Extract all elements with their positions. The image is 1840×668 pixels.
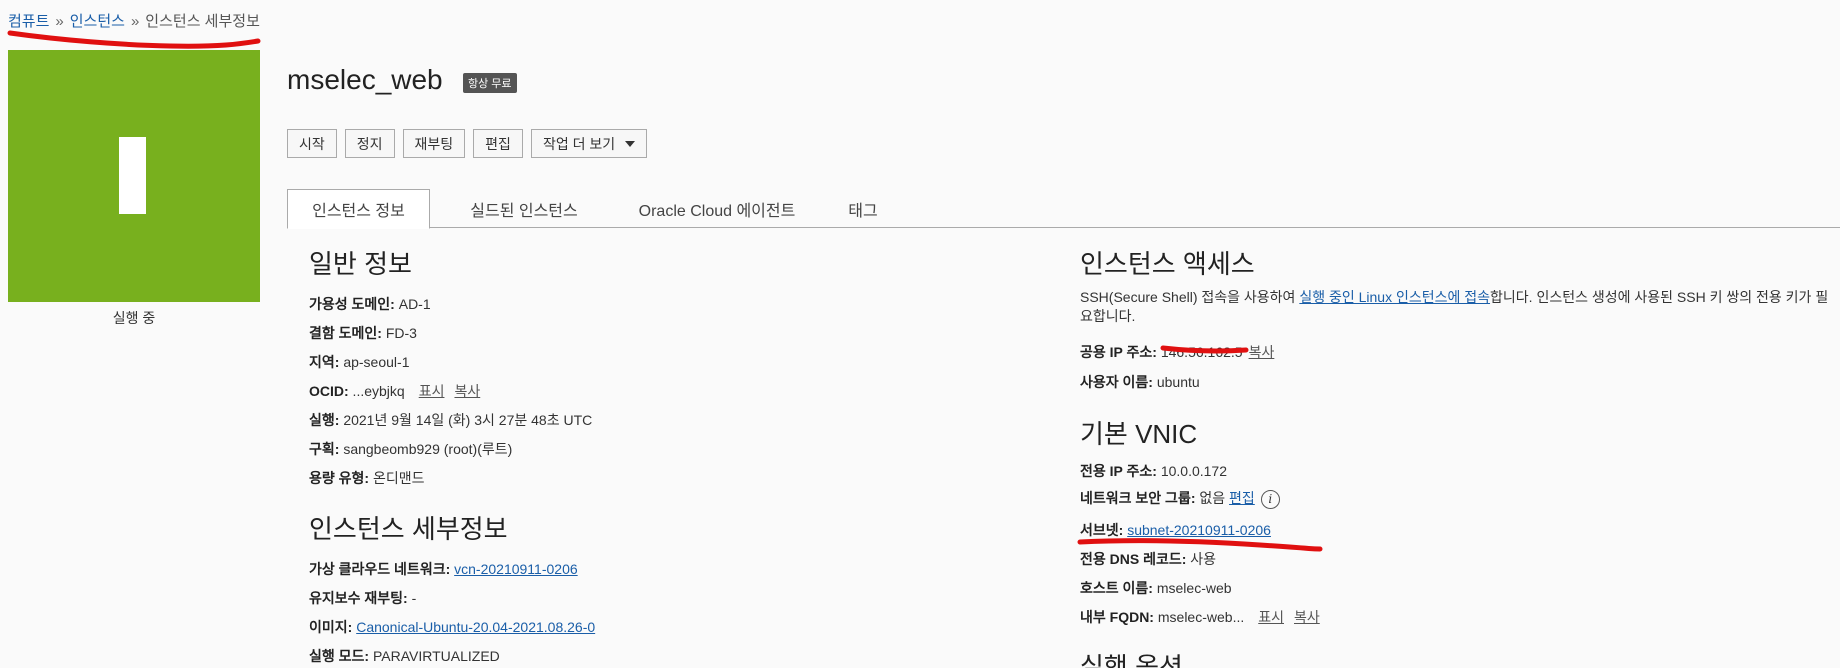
launched-value: 2021년 9월 14일 (화) 3시 27분 48초 UTC	[339, 412, 593, 428]
breadcrumb-separator: »	[55, 13, 64, 30]
launched-row: 실행: 2021년 9월 14일 (화) 3시 27분 48초 UTC	[309, 410, 592, 430]
subnet-link[interactable]: subnet-20210911-0206	[1127, 522, 1271, 538]
breadcrumb: 컴퓨트 » 인스턴스 » 인스턴스 세부정보	[8, 10, 260, 31]
instance-glyph	[119, 137, 146, 214]
region-row: 지역: ap-seoul-1	[309, 352, 409, 372]
instance-status-icon	[8, 50, 260, 302]
tab-oracle-cloud-agent[interactable]: Oracle Cloud 에이전트	[606, 189, 828, 228]
fault-domain-row: 결함 도메인: FD-3	[309, 323, 417, 343]
nsg-value: 없음	[1195, 490, 1230, 506]
compartment-row: 구획: sangbeomb929 (root)(루트)	[309, 439, 512, 459]
nsg-row: 네트워크 보안 그룹: 없음 편집 i	[1080, 488, 1280, 509]
hostname-value: mselec-web	[1152, 580, 1232, 596]
private-dns-value: 사용	[1186, 551, 1217, 567]
hostname-row: 호스트 이름: mselec-web	[1080, 578, 1232, 598]
fault-domain-value: FD-3	[381, 325, 417, 341]
instance-status-label: 실행 중	[112, 310, 156, 326]
more-actions-button[interactable]: 작업 더 보기	[530, 129, 648, 158]
page-title: mselec_web	[287, 64, 443, 95]
fault-domain-label: 결함 도메인:	[309, 325, 382, 341]
annotation-breadcrumb-underline	[7, 30, 261, 49]
info-icon[interactable]: i	[1260, 489, 1280, 509]
region-label: 지역:	[309, 354, 340, 370]
action-toolbar: 시작 정지 재부팅 편집 작업 더 보기	[287, 129, 648, 158]
breadcrumb-instances-link[interactable]: 인스턴스	[70, 13, 125, 30]
compartment-value: sangbeomb929 (root)(루트)	[339, 441, 513, 457]
hostname-label: 호스트 이름:	[1080, 580, 1153, 596]
launch-mode-label: 실행 모드:	[309, 648, 370, 664]
fqdn-show-link[interactable]: 표시	[1258, 609, 1284, 625]
availability-domain-label: 가용성 도메인:	[309, 296, 395, 312]
launch-options-heading: 실행 옵션	[1080, 652, 1183, 668]
vcn-link[interactable]: vcn-20210911-0206	[454, 561, 578, 577]
username-row: 사용자 이름: ubuntu	[1080, 372, 1200, 392]
tab-tags[interactable]: 태그	[828, 189, 898, 228]
ssh-description-text: SSH(Secure Shell) 접속을 사용하여	[1080, 289, 1300, 305]
breadcrumb-current: 인스턴스 세부정보	[145, 13, 260, 30]
tab-bar: 인스턴스 정보 실드된 인스턴스 Oracle Cloud 에이전트 태그	[287, 189, 1840, 229]
launched-label: 실행:	[309, 412, 340, 428]
maintenance-reboot-label: 유지보수 재부팅:	[309, 590, 408, 606]
ssh-description: SSH(Secure Shell) 접속을 사용하여 실행 중인 Linux 인…	[1080, 288, 1840, 326]
capacity-type-value: 온디맨드	[369, 470, 425, 486]
general-info-heading: 일반 정보	[309, 249, 412, 279]
primary-vnic-heading: 기본 VNIC	[1080, 419, 1198, 449]
subnet-label: 서브넷:	[1080, 522, 1124, 538]
ocid-value: ...eybjkq	[348, 383, 405, 399]
private-ip-row: 전용 IP 주소: 10.0.0.172	[1080, 461, 1227, 481]
internal-fqdn-label: 내부 FQDN:	[1080, 609, 1154, 625]
stop-button[interactable]: 정지	[344, 129, 395, 158]
nsg-label: 네트워크 보안 그룹:	[1080, 490, 1196, 506]
ocid-show-link[interactable]: 표시	[419, 383, 445, 399]
tab-instance-info[interactable]: 인스턴스 정보	[287, 189, 430, 229]
username-label: 사용자 이름:	[1080, 374, 1153, 390]
public-ip-row: 공용 IP 주소: 146.56.162.5 복사	[1080, 342, 1274, 362]
breadcrumb-compute-link[interactable]: 컴퓨트	[8, 13, 49, 30]
username-value: ubuntu	[1152, 374, 1200, 390]
launch-mode-value: PARAVIRTUALIZED	[369, 648, 500, 664]
subnet-row: 서브넷: subnet-20210911-0206	[1080, 520, 1271, 540]
annotation-overlay	[7, 30, 1323, 552]
reboot-button[interactable]: 재부팅	[402, 129, 466, 158]
private-dns-label: 전용 DNS 레코드:	[1080, 551, 1187, 567]
launch-mode-row: 실행 모드: PARAVIRTUALIZED	[309, 646, 500, 666]
always-free-badge: 항상 무료	[463, 73, 517, 93]
annotation-subnet-underline	[1077, 538, 1323, 552]
availability-domain-value: AD-1	[394, 296, 431, 312]
vcn-row: 가상 클라우드 네트워크: vcn-20210911-0206	[309, 559, 578, 579]
instance-access-heading: 인스턴스 액세스	[1080, 249, 1255, 279]
ocid-copy-link[interactable]: 복사	[454, 383, 480, 399]
vcn-label: 가상 클라우드 네트워크:	[309, 561, 451, 577]
ocid-label: OCID:	[309, 383, 349, 399]
image-link[interactable]: Canonical-Ubuntu-20.04-2021.08.26-0	[356, 619, 595, 635]
breadcrumb-separator: »	[130, 13, 140, 30]
private-dns-row: 전용 DNS 레코드: 사용	[1080, 549, 1216, 569]
compartment-label: 구획:	[309, 441, 340, 457]
instance-details-heading: 인스턴스 세부정보	[309, 514, 508, 544]
internal-fqdn-value: mselec-web...	[1153, 609, 1245, 625]
ocid-row: OCID: ...eybjkq 표시 복사	[309, 381, 480, 401]
region-value: ap-seoul-1	[339, 354, 410, 370]
tab-shielded-instance[interactable]: 실드된 인스턴스	[442, 189, 606, 228]
public-ip-value: 146.56.162.5	[1156, 344, 1243, 360]
more-actions-label: 작업 더 보기	[542, 135, 616, 152]
public-ip-copy-link[interactable]: 복사	[1249, 344, 1275, 360]
capacity-type-label: 용량 유형:	[309, 470, 370, 486]
availability-domain-row: 가용성 도메인: AD-1	[309, 294, 431, 314]
maintenance-reboot-value: -	[407, 590, 417, 606]
fqdn-copy-link[interactable]: 복사	[1294, 609, 1320, 625]
capacity-type-row: 용량 유형: 온디맨드	[309, 468, 425, 488]
private-ip-value: 10.0.0.172	[1156, 463, 1227, 479]
edit-button[interactable]: 편집	[473, 129, 523, 158]
start-button[interactable]: 시작	[287, 129, 337, 158]
image-label: 이미지:	[309, 619, 353, 635]
maintenance-reboot-row: 유지보수 재부팅: -	[309, 588, 416, 608]
image-row: 이미지: Canonical-Ubuntu-20.04-2021.08.26-0	[309, 617, 595, 637]
nsg-edit-link[interactable]: 편집	[1229, 490, 1255, 506]
internal-fqdn-row: 내부 FQDN: mselec-web... 표시 복사	[1080, 607, 1320, 627]
public-ip-label: 공용 IP 주소:	[1080, 344, 1157, 360]
private-ip-label: 전용 IP 주소:	[1080, 463, 1157, 479]
chevron-down-icon	[625, 140, 636, 147]
connect-linux-instance-link[interactable]: 실행 중인 Linux 인스턴스에 접속	[1299, 289, 1490, 305]
